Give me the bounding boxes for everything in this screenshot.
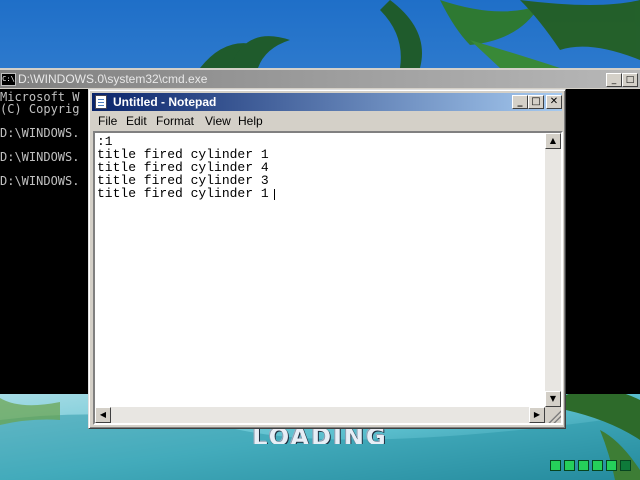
text-caret: [274, 189, 275, 200]
scroll-down-button[interactable]: ▼: [545, 391, 561, 407]
loading-progress-indicator: [550, 460, 631, 471]
minimize-button[interactable]: _: [512, 95, 528, 109]
menu-edit[interactable]: Edit: [123, 112, 150, 131]
progress-dot: [592, 460, 603, 471]
console-line: D:\WINDOWS.: [0, 174, 80, 188]
horizontal-scrollbar[interactable]: ◀ ▶: [95, 407, 545, 423]
close-button[interactable]: ✕: [546, 95, 562, 109]
cmd-minimize-button[interactable]: _: [606, 73, 622, 87]
notepad-menubar: File Edit Format View Help: [92, 112, 562, 131]
progress-dot: [578, 460, 589, 471]
menu-help[interactable]: Help: [235, 112, 266, 131]
scroll-right-button[interactable]: ▶: [529, 407, 545, 423]
cmd-icon[interactable]: C:\: [1, 73, 16, 86]
progress-dot: [564, 460, 575, 471]
console-line: D:\WINDOWS.: [0, 126, 80, 140]
progress-dot: [606, 460, 617, 471]
progress-dot: [550, 460, 561, 471]
notepad-title: Untitled - Notepad: [113, 95, 217, 109]
notepad-icon[interactable]: [95, 95, 107, 109]
notepad-window[interactable]: Untitled - Notepad _ □ ✕ File Edit Forma…: [88, 89, 566, 429]
menu-file[interactable]: File: [95, 112, 120, 131]
menu-format[interactable]: Format: [153, 112, 197, 131]
console-line: (C) Copyrig: [0, 102, 80, 116]
notepad-titlebar[interactable]: Untitled - Notepad _ □ ✕: [92, 93, 562, 111]
notepad-text-content[interactable]: :1 title fired cylinder 1 title fired cy…: [97, 133, 547, 408]
maximize-button[interactable]: □: [528, 95, 544, 109]
scroll-left-button[interactable]: ◀: [95, 407, 111, 423]
progress-dot: [620, 460, 631, 471]
text-line: title fired cylinder 1: [97, 186, 269, 201]
console-line: D:\WINDOWS.: [0, 150, 80, 164]
vertical-scrollbar[interactable]: ▲ ▼: [545, 133, 561, 407]
cmd-title: D:\WINDOWS.0\system32\cmd.exe: [18, 72, 208, 86]
menu-view[interactable]: View: [202, 112, 234, 131]
cmd-titlebar[interactable]: C:\ D:\WINDOWS.0\system32\cmd.exe _ □: [0, 70, 640, 88]
cmd-maximize-button[interactable]: □: [622, 73, 638, 87]
resize-grip[interactable]: [545, 407, 561, 423]
scroll-up-button[interactable]: ▲: [545, 133, 561, 149]
notepad-text-area[interactable]: :1 title fired cylinder 1 title fired cy…: [93, 131, 563, 425]
